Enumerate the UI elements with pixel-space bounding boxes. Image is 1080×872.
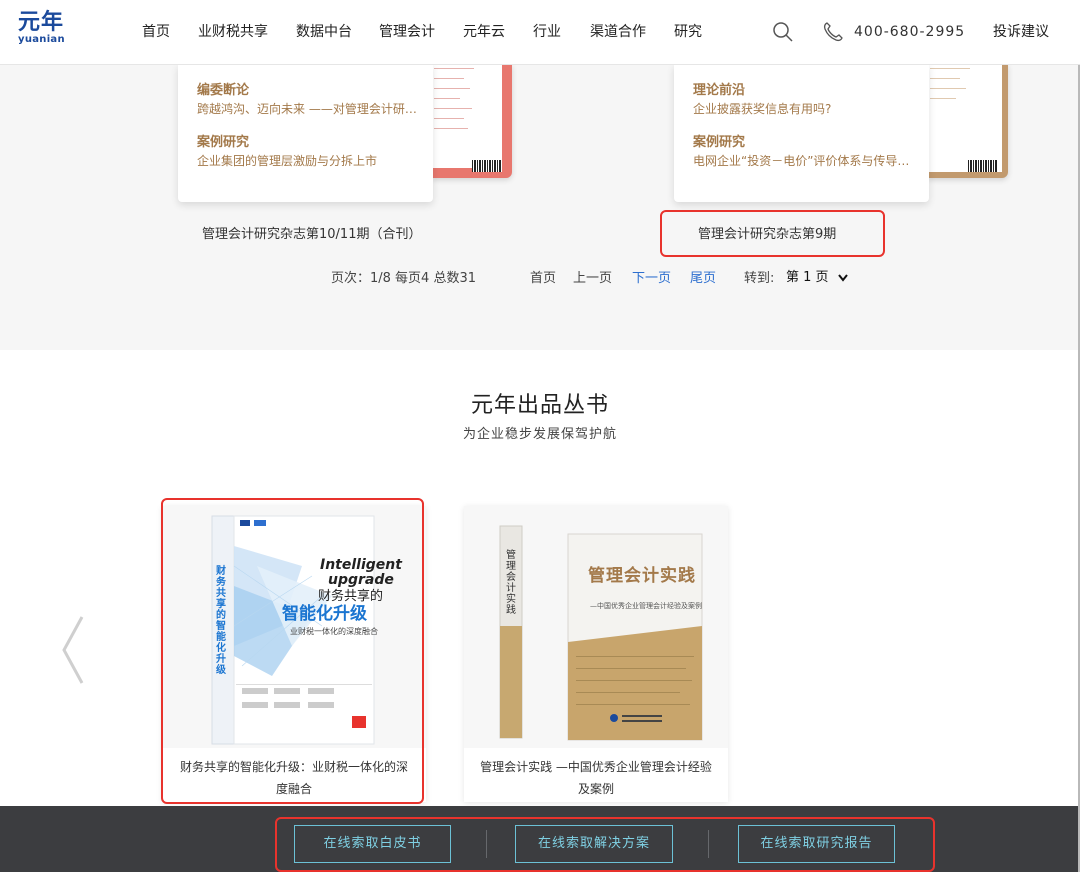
carousel-prev-arrow-icon[interactable] [60, 615, 86, 685]
top-header: 元年 yuanian 首页 业财税共享 数据中台 管理会计 元年云 行业 渠道合… [0, 0, 1080, 65]
magazine-cover-page [928, 64, 1002, 172]
request-solution-button[interactable]: 在线索取解决方案 [515, 825, 673, 863]
cover-text-line [434, 88, 470, 89]
nav-item-home[interactable]: 首页 [142, 22, 170, 42]
section-subtitle: 跨越鸿沟、迈向未来 ——对管理会计研… [197, 102, 417, 116]
search-icon[interactable] [772, 21, 794, 43]
pager-next[interactable]: 下一页 [632, 270, 671, 288]
pager-last[interactable]: 尾页 [690, 270, 716, 288]
phone-number[interactable]: 400-680-2995 [854, 22, 965, 42]
cover-text-line [434, 78, 464, 79]
book-spine-title: 管理会计实践 [506, 550, 516, 616]
logo-english-text: yuanian [18, 34, 65, 45]
section-title: 案例研究 [197, 135, 250, 150]
barcode-icon [968, 160, 998, 172]
cover-main-title: 智能化升级 [282, 604, 367, 624]
cover-main-title: 管理会计实践 [588, 566, 696, 586]
nav-item-management-accounting[interactable]: 管理会计 [379, 22, 435, 42]
book-title[interactable]: 财务共享的智能化升级：业财税一体化的深度融合 [178, 756, 410, 800]
divider [708, 830, 709, 858]
book-cover-graphic [499, 525, 703, 741]
magazine-summary-card[interactable]: 编委断论 跨越鸿沟、迈向未来 ——对管理会计研… 案例研究 企业集团的管理层激励… [178, 64, 433, 202]
cover-text-line [434, 68, 474, 69]
book-card[interactable]: Intelligent upgrade 财务共享的 智能化升级 业财税一体化的深… [162, 506, 426, 802]
phone-icon [823, 22, 843, 42]
section-subtitle: 企业披露获奖信息有用吗? [693, 102, 832, 116]
magazine-summary-card[interactable]: 理论前沿 企业披露获奖信息有用吗? 案例研究 电网企业“投资－电价”评价体系与传… [674, 64, 929, 202]
pager-first[interactable]: 首页 [530, 270, 556, 288]
books-section-subtitle: 为企业稳步发展保驾护航 [462, 427, 617, 442]
cover-english-line-1: Intelligent [320, 557, 402, 573]
divider [486, 830, 487, 858]
page-select-value: 第 1 页 [786, 270, 829, 285]
barcode-icon [472, 160, 502, 172]
book-title[interactable]: 管理会计实践 —中国优秀企业管理会计经验及案例 [480, 756, 712, 800]
logo-chinese-text: 元年 [18, 10, 65, 35]
book-spine-title: 财务共享的智能化升级 [216, 566, 226, 676]
book-cover-image[interactable]: Intelligent upgrade 财务共享的 智能化升级 业财税一体化的深… [162, 506, 426, 748]
cover-text-line [930, 78, 960, 79]
magazine-title-link[interactable]: 管理会计研究杂志第9期 [698, 226, 836, 244]
cover-text-line [434, 128, 468, 129]
magazine-cover-image[interactable] [432, 64, 512, 178]
request-report-button[interactable]: 在线索取研究报告 [738, 825, 895, 863]
books-section-title: 元年出品丛书 [470, 393, 609, 418]
nav-item-industry[interactable]: 行业 [533, 22, 561, 42]
cover-subtitle: 业财税一体化的深度融合 [290, 627, 378, 636]
magazine-cover-image[interactable] [928, 64, 1008, 178]
chevron-down-icon [837, 273, 848, 282]
cover-text-line [930, 88, 966, 89]
book-cover-image[interactable]: 管理会计实践 —中国优秀企业管理会计经验及案例 管理会计实践 [464, 506, 728, 748]
pager-goto-label: 转到: [744, 271, 775, 286]
section-title: 案例研究 [693, 135, 746, 150]
cover-text-line [434, 108, 472, 109]
complaint-link[interactable]: 投诉建议 [993, 22, 1049, 42]
magazine-title-link[interactable]: 管理会计研究杂志第10/11期（合刊） [202, 226, 421, 244]
nav-item-data-platform[interactable]: 数据中台 [296, 22, 352, 42]
book-card[interactable]: 管理会计实践 —中国优秀企业管理会计经验及案例 管理会计实践 管理会计实践 —中… [464, 506, 728, 802]
section-title: 理论前沿 [693, 83, 746, 98]
cover-title-line: 财务共享的 [318, 589, 384, 604]
cover-text-line [930, 68, 970, 69]
nav-item-channel-partners[interactable]: 渠道合作 [590, 22, 646, 42]
cover-text-line [434, 118, 464, 119]
yuanian-logo[interactable]: 元年 yuanian [16, 10, 65, 46]
pager-prev[interactable]: 上一页 [573, 270, 612, 288]
section-subtitle: 企业集团的管理层激励与分拆上市 [197, 154, 378, 168]
cover-english-line-2: upgrade [328, 572, 394, 588]
request-whitepaper-button[interactable]: 在线索取白皮书 [294, 825, 451, 863]
nav-item-yuanian-cloud[interactable]: 元年云 [463, 22, 505, 42]
nav-item-shared-services[interactable]: 业财税共享 [198, 22, 268, 42]
cover-subtitle: —中国优秀企业管理会计经验及案例 [590, 602, 702, 610]
nav-item-research[interactable]: 研究 [674, 22, 702, 42]
magazine-section: 编委断论 跨越鸿沟、迈向未来 ——对管理会计研… 案例研究 企业集团的管理层激励… [0, 64, 1080, 350]
cover-text-line [434, 98, 460, 99]
cover-text-line [930, 98, 956, 99]
pager-info: 页次：1/8 每页4 总数31 [331, 271, 476, 286]
page-select[interactable]: 第 1 页 [786, 269, 849, 287]
magazine-cover-page [432, 64, 502, 168]
section-title: 编委断论 [197, 83, 250, 98]
section-subtitle: 电网企业“投资－电价”评价体系与传导… [693, 154, 910, 168]
